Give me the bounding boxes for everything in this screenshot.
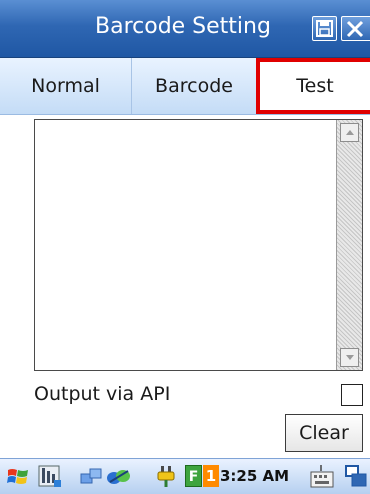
connection-icon[interactable]	[106, 465, 132, 488]
output-via-api-label: Output via API	[34, 383, 171, 405]
scroll-up-button[interactable]	[340, 123, 359, 142]
save-icon	[316, 20, 333, 37]
tab-normal[interactable]: Normal	[0, 58, 132, 114]
clock-time[interactable]: 3:25 AM	[220, 467, 289, 485]
scroll-down-icon	[346, 355, 354, 360]
close-button[interactable]	[341, 16, 370, 41]
window-title: Barcode Setting	[95, 14, 271, 39]
scroll-up-icon	[346, 130, 354, 135]
taskbar: F 1 3:25 AM	[0, 458, 370, 494]
start-icon[interactable]	[6, 466, 30, 488]
number-badge[interactable]: 1	[203, 465, 219, 487]
task-manager-icon[interactable]	[38, 465, 62, 488]
tab-bar: Normal Barcode Test	[0, 58, 370, 115]
scroll-down-button[interactable]	[340, 348, 359, 367]
power-icon[interactable]	[155, 464, 179, 489]
save-button[interactable]	[312, 16, 337, 41]
clear-button[interactable]: Clear	[285, 414, 363, 452]
output-via-api-checkbox[interactable]	[341, 384, 363, 406]
close-icon	[346, 20, 364, 38]
output-textarea[interactable]	[34, 119, 363, 371]
f-badge[interactable]: F	[185, 465, 202, 487]
input-method-icon[interactable]	[344, 464, 370, 489]
keyboard-icon[interactable]	[309, 464, 335, 489]
vertical-scrollbar[interactable]	[336, 120, 362, 370]
tab-barcode[interactable]: Barcode	[132, 58, 257, 114]
network-icon[interactable]	[80, 466, 104, 488]
tab-test[interactable]: Test	[256, 58, 370, 114]
title-bar: Barcode Setting	[0, 0, 370, 58]
